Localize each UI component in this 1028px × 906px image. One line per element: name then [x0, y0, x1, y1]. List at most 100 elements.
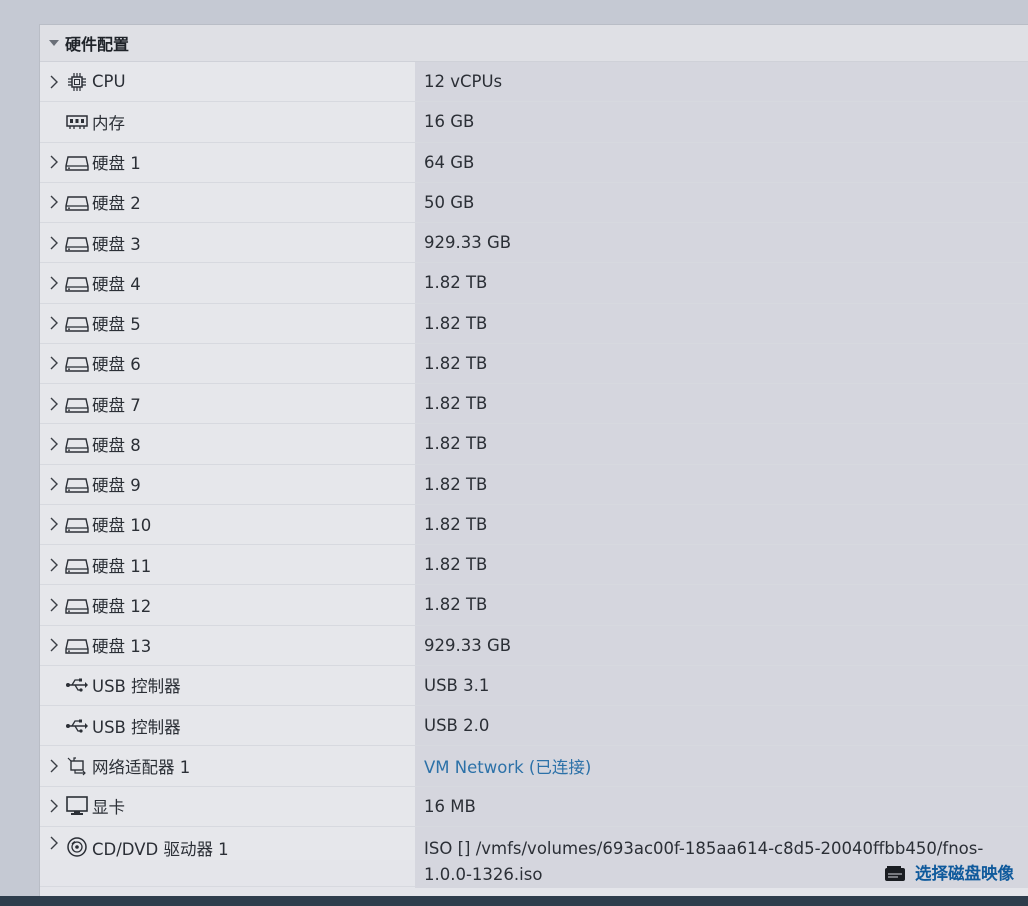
- hardware-row[interactable]: 硬盘 5 1.82 TB: [40, 303, 1028, 344]
- usb-icon: [64, 718, 90, 734]
- row-value: 16 MB: [415, 786, 1028, 826]
- row-label: 硬盘 5: [40, 303, 415, 343]
- hardware-row[interactable]: 显卡 16 MB: [40, 786, 1028, 827]
- hardware-row: USB 控制器 USB 2.0: [40, 706, 1028, 747]
- hardware-row[interactable]: 硬盘 3 929.33 GB: [40, 223, 1028, 264]
- monitor-icon: [64, 795, 90, 817]
- hard-disk-icon: [64, 514, 90, 534]
- hardware-list: CPU 12 vCPUs 内存 16 GB 硬盘 1 64 GB 硬盘 2 50 GB 硬盘 3…: [40, 62, 1028, 827]
- hardware-row[interactable]: 硬盘 10 1.82 TB: [40, 504, 1028, 545]
- collapse-triangle-icon[interactable]: [49, 40, 59, 46]
- row-label-text: 硬盘 9: [92, 476, 141, 496]
- chevron-right-icon[interactable]: [44, 477, 64, 491]
- section-header[interactable]: 硬件配置: [40, 25, 1028, 62]
- hardware-row: 内存 16 GB: [40, 102, 1028, 143]
- row-label: CPU: [40, 62, 415, 102]
- row-value-text: USB 3.1: [424, 675, 490, 695]
- row-value-text: 1.82 TB: [424, 555, 488, 575]
- row-label-text: 硬盘 8: [92, 435, 141, 455]
- row-label: 硬盘 10: [40, 504, 415, 544]
- chevron-right-icon[interactable]: [44, 316, 64, 330]
- row-label: 网络适配器 1: [40, 746, 415, 786]
- hardware-row[interactable]: 硬盘 13 929.33 GB: [40, 625, 1028, 666]
- hard-disk-icon: [64, 152, 90, 172]
- usb-icon: [64, 677, 90, 693]
- row-value-text: 64 GB: [424, 152, 475, 172]
- row-value: USB 2.0: [415, 706, 1028, 746]
- network-link[interactable]: VM Network (已连接): [424, 754, 591, 778]
- hard-disk-icon: [64, 555, 90, 575]
- hardware-row[interactable]: 硬盘 1 64 GB: [40, 142, 1028, 183]
- row-value-text: USB 2.0: [424, 716, 490, 736]
- row-value-text: 1.82 TB: [424, 434, 488, 454]
- chevron-right-icon[interactable]: [44, 397, 64, 411]
- row-value: 929.33 GB: [415, 223, 1028, 263]
- row-value: USB 3.1: [415, 665, 1028, 705]
- hard-disk-icon: [64, 313, 90, 333]
- row-value: 50 GB: [415, 182, 1028, 222]
- chevron-right-icon[interactable]: [44, 437, 64, 451]
- row-value: 1.82 TB: [415, 384, 1028, 424]
- row-value-text: 16 GB: [424, 112, 475, 132]
- chevron-right-icon[interactable]: [44, 558, 64, 572]
- row-label-text: 硬盘 13: [92, 637, 152, 657]
- row-label: 硬盘 8: [40, 424, 415, 464]
- row-label: 硬盘 1: [40, 142, 415, 182]
- hardware-row[interactable]: 硬盘 8 1.82 TB: [40, 424, 1028, 465]
- row-value: VM Network (已连接): [415, 746, 1028, 786]
- hardware-row[interactable]: 网络适配器 1 VM Network (已连接): [40, 746, 1028, 787]
- row-label-text: 内存: [92, 113, 125, 133]
- hardware-row[interactable]: CPU 12 vCPUs: [40, 62, 1028, 103]
- chevron-right-icon[interactable]: [44, 759, 64, 773]
- row-label-text: 显卡: [92, 798, 125, 818]
- row-value: 1.82 TB: [415, 303, 1028, 343]
- hard-disk-icon: [64, 434, 90, 454]
- hardware-row[interactable]: 硬盘 11 1.82 TB: [40, 545, 1028, 586]
- hardware-row[interactable]: 硬盘 9 1.82 TB: [40, 464, 1028, 505]
- row-value-text: 1.82 TB: [424, 514, 488, 534]
- chevron-right-icon[interactable]: [44, 276, 64, 290]
- row-value: 1.82 TB: [415, 585, 1028, 625]
- row-value-text: 1.82 TB: [424, 474, 488, 494]
- row-label: 内存: [40, 102, 415, 142]
- chevron-right-icon[interactable]: [44, 356, 64, 370]
- chevron-right-icon[interactable]: [44, 836, 64, 850]
- chevron-right-icon[interactable]: [44, 799, 64, 813]
- hardware-row[interactable]: 硬盘 6 1.82 TB: [40, 343, 1028, 384]
- row-value: ISO [] /vmfs/volumes/693ac00f-185aa614-c…: [415, 826, 1028, 888]
- cd-dvd-icon: [64, 836, 90, 858]
- row-label: 硬盘 3: [40, 223, 415, 263]
- chevron-right-icon[interactable]: [44, 598, 64, 612]
- memory-icon: [64, 113, 90, 131]
- hardware-row[interactable]: 硬盘 7 1.82 TB: [40, 384, 1028, 425]
- row-label-text: 硬盘 7: [92, 395, 141, 415]
- chevron-right-icon[interactable]: [44, 236, 64, 250]
- chevron-right-icon[interactable]: [44, 517, 64, 531]
- row-label: CD/DVD 驱动器 1: [40, 826, 415, 860]
- row-value: 929.33 GB: [415, 625, 1028, 665]
- chevron-right-icon[interactable]: [44, 195, 64, 209]
- cdrom-label: CD/DVD 驱动器 1: [92, 839, 229, 859]
- row-label: 硬盘 6: [40, 343, 415, 383]
- disk-image-icon: [883, 865, 909, 883]
- row-value-text: 16 MB: [424, 796, 476, 816]
- hardware-row[interactable]: 硬盘 4 1.82 TB: [40, 263, 1028, 304]
- select-disk-image-button[interactable]: 选择磁盘映像: [883, 860, 1014, 887]
- row-label-text: USB 控制器: [92, 677, 181, 697]
- row-label-text: 硬盘 1: [92, 154, 141, 174]
- row-value: 1.82 TB: [415, 545, 1028, 585]
- row-value: 1.82 TB: [415, 263, 1028, 303]
- chevron-right-icon[interactable]: [44, 75, 64, 89]
- hard-disk-icon: [64, 474, 90, 494]
- chevron-right-icon[interactable]: [44, 155, 64, 169]
- chevron-right-icon[interactable]: [44, 638, 64, 652]
- hardware-row[interactable]: 硬盘 2 50 GB: [40, 182, 1028, 223]
- row-value-text: 12 vCPUs: [424, 72, 503, 92]
- hardware-row: USB 控制器 USB 3.1: [40, 665, 1028, 706]
- row-label-text: CPU: [92, 72, 126, 92]
- row-value: 1.82 TB: [415, 343, 1028, 383]
- hard-disk-icon: [64, 635, 90, 655]
- row-value: 1.82 TB: [415, 504, 1028, 544]
- hardware-row[interactable]: 硬盘 12 1.82 TB: [40, 585, 1028, 626]
- hard-disk-icon: [64, 394, 90, 414]
